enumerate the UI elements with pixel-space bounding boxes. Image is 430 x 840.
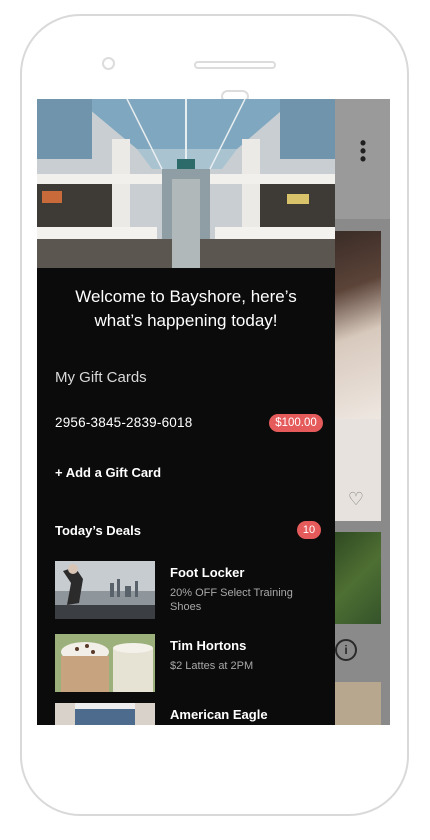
deal-item-tim-hortons[interactable]: Tim Hortons $2 Lattes at 2PM [55, 634, 325, 694]
welcome-line-1: Welcome to Bayshore, here’s [75, 287, 297, 306]
deal-thumbnail [55, 703, 155, 725]
add-gift-card-button[interactable]: + Add a Gift Card [55, 465, 161, 480]
info-icon[interactable]: i [335, 639, 357, 661]
welcome-line-2: what’s happening today! [94, 311, 278, 330]
todays-deals-heading: Today’s Deals [55, 523, 141, 538]
deal-thumbnail [55, 634, 155, 692]
product-card[interactable] [335, 231, 381, 521]
deal-item-foot-locker[interactable]: Foot Locker 20% OFF Select Training Shoe… [55, 561, 325, 621]
kebab-menu-icon[interactable]: • • • [355, 134, 371, 168]
deal-description: $2 Lattes at 2PM [170, 660, 254, 672]
gift-card-number[interactable]: 2956-3845-2839-6018 [55, 415, 192, 430]
product-card-image[interactable] [335, 682, 381, 725]
deal-title: Tim Hortons [170, 638, 247, 653]
deal-item-american-eagle[interactable]: American Eagle [55, 703, 325, 725]
product-card-image[interactable] [335, 532, 381, 624]
navigation-drawer: Welcome to Bayshore, here’s what’s happe… [37, 99, 335, 725]
product-image [335, 231, 381, 419]
earpiece-speaker [194, 61, 276, 69]
mall-hero-image [37, 99, 335, 268]
welcome-message: Welcome to Bayshore, here’s what’s happe… [37, 285, 335, 333]
deal-title: Foot Locker [170, 565, 245, 580]
gift-card-balance-badge: $100.00 [269, 414, 323, 432]
gift-cards-heading: My Gift Cards [55, 369, 147, 386]
screen: • • • ♡ i Welcome to Bayshore, here’s wh… [37, 99, 390, 725]
heart-icon[interactable]: ♡ [345, 489, 367, 511]
deals-count-badge: 10 [297, 521, 321, 539]
front-camera [102, 57, 115, 70]
deal-description: 20% OFF Select Training Shoes [170, 587, 293, 613]
deal-title: American Eagle [170, 707, 268, 722]
deal-thumbnail [55, 561, 155, 619]
